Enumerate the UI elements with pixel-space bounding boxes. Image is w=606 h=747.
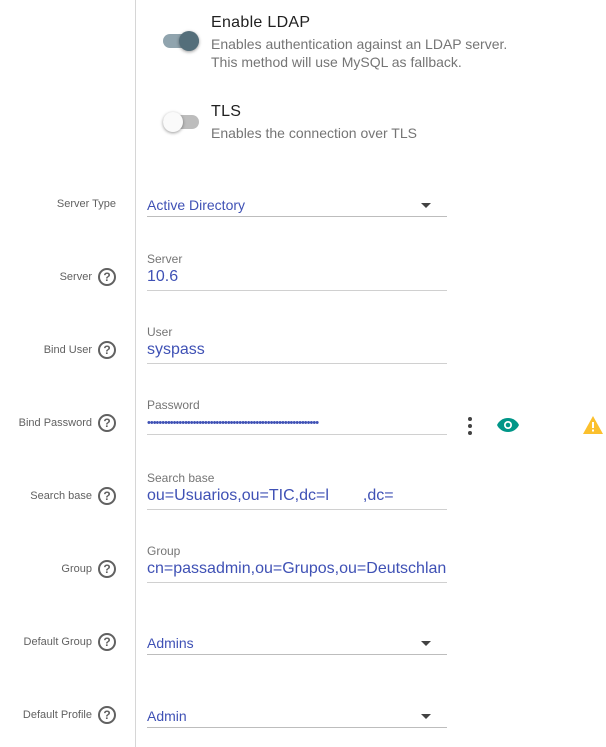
help-icon[interactable]: ? — [98, 706, 116, 724]
group-input[interactable]: cn=passadmin,ou=Grupos,ou=Deutschlan — [147, 558, 447, 583]
more-vert-icon[interactable] — [462, 417, 478, 435]
server-label-text: Server — [59, 271, 92, 283]
server-label: Server ? — [60, 268, 116, 286]
help-icon[interactable]: ? — [98, 560, 116, 578]
tls-title: TLS — [211, 103, 242, 120]
default-profile-select[interactable]: Admin — [147, 705, 447, 728]
bind-password-field-label: Password — [147, 398, 200, 412]
enable-ldap-desc-line1: Enables authentication against an LDAP s… — [211, 36, 508, 52]
group-label: Group ? — [61, 560, 116, 578]
bind-user-label: Bind User ? — [44, 341, 116, 359]
server-type-label-text: Server Type — [56, 198, 116, 210]
sidebar-divider — [135, 0, 136, 747]
help-icon[interactable]: ? — [98, 487, 116, 505]
chevron-down-icon — [421, 641, 431, 646]
bind-password-input-value: ••••••••••••••••••••••••••••••••••••••••… — [147, 417, 319, 429]
kebab-dot — [468, 431, 472, 435]
chevron-down-icon — [421, 714, 431, 719]
server-field-label: Server — [147, 252, 183, 266]
server-input[interactable]: 10.6 — [147, 266, 447, 291]
switch-knob — [179, 31, 199, 51]
help-icon[interactable]: ? — [98, 633, 116, 651]
visibility-icon-svg — [497, 418, 519, 432]
server-type-select[interactable]: Active Directory — [147, 194, 447, 217]
bind-user-input[interactable]: syspass — [147, 339, 447, 364]
enable-ldap-title: Enable LDAP — [211, 14, 311, 31]
default-profile-selected: Admin — [147, 708, 187, 724]
search-base-value-part2: ,dc= — [362, 487, 394, 504]
help-icon[interactable]: ? — [98, 414, 116, 432]
default-group-label-text: Default Group — [23, 636, 92, 648]
group-field-label: Group — [147, 544, 181, 558]
warning-icon — [582, 415, 604, 440]
search-base-field-label: Search base — [147, 471, 215, 485]
server-type-label: Server Type — [57, 198, 116, 210]
default-profile-label: Default Profile ? — [23, 706, 116, 724]
search-base-input[interactable]: ou=Usuarios,ou=TIC,dc=l ,dc= — [147, 485, 447, 510]
server-type-selected: Active Directory — [147, 197, 246, 213]
group-label-text: Group — [61, 563, 92, 575]
switch-knob — [163, 112, 183, 132]
chevron-down-icon — [421, 203, 431, 208]
bind-user-input-value: syspass — [147, 341, 205, 358]
server-type-value[interactable]: Active Directory — [147, 194, 447, 217]
search-base-field[interactable]: Search base ou=Usuarios,ou=TIC,dc=l ,dc= — [147, 471, 447, 510]
kebab-dot — [468, 424, 472, 428]
tls-desc: Enables the connection over TLS — [211, 125, 417, 141]
kebab-dot — [468, 417, 472, 421]
bind-password-label-text: Bind Password — [18, 417, 92, 429]
bind-password-field[interactable]: Password •••••••••••••••••••••••••••••••… — [147, 398, 447, 435]
default-group-selected: Admins — [147, 635, 194, 651]
tls-switch[interactable] — [163, 112, 199, 132]
enable-ldap-desc-line2: This method will use MySQL as fallback. — [211, 54, 462, 70]
default-profile-value[interactable]: Admin — [147, 705, 447, 728]
search-base-label: Search base ? — [30, 487, 116, 505]
enable-ldap-switch[interactable] — [163, 31, 199, 51]
server-input-value: 10.6 — [147, 268, 179, 285]
group-field[interactable]: Group cn=passadmin,ou=Grupos,ou=Deutschl… — [147, 544, 447, 583]
group-input-value: cn=passadmin,ou=Grupos,ou=Deutschlan — [147, 560, 447, 577]
bind-user-label-text: Bind User — [43, 344, 92, 356]
bind-password-label: Bind Password ? — [19, 414, 116, 432]
default-profile-label-text: Default Profile — [22, 709, 92, 721]
search-base-value-part1: ou=Usuarios,ou=TIC,dc=l — [147, 487, 329, 504]
help-icon[interactable]: ? — [98, 268, 116, 286]
visibility-icon[interactable] — [496, 417, 520, 438]
help-icon[interactable]: ? — [98, 341, 116, 359]
bind-user-field[interactable]: User syspass — [147, 325, 447, 364]
server-field[interactable]: Server 10.6 — [147, 252, 447, 291]
bind-password-input[interactable]: ••••••••••••••••••••••••••••••••••••••••… — [147, 412, 447, 435]
bind-user-field-label: User — [147, 325, 173, 339]
search-base-label-text: Search base — [30, 490, 92, 502]
default-group-select[interactable]: Admins — [147, 632, 447, 655]
default-group-value[interactable]: Admins — [147, 632, 447, 655]
warning-icon-svg — [583, 416, 603, 434]
default-group-label: Default Group ? — [24, 633, 116, 651]
